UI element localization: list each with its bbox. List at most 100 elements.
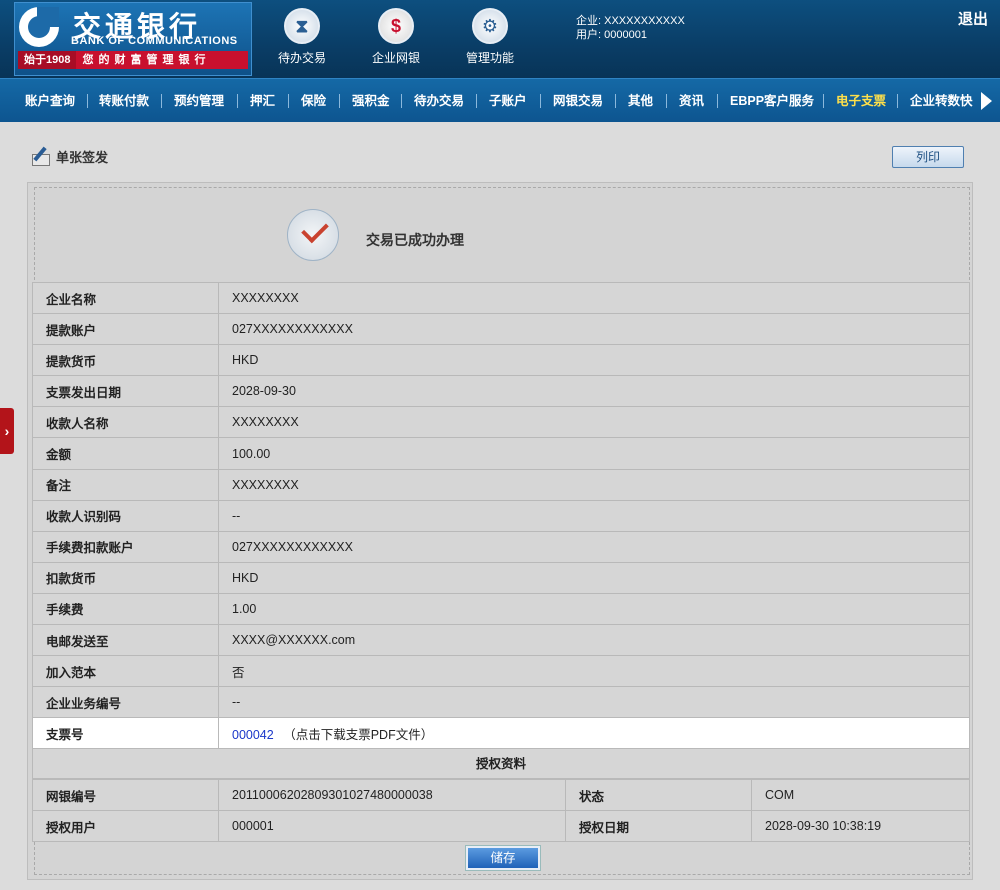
row-label: 手续费扣款账户 xyxy=(32,530,219,563)
row-label: 提款货币 xyxy=(32,344,219,377)
page-title-text: 单张签发 xyxy=(56,149,109,165)
nav-divider xyxy=(339,94,340,108)
table-row: 企业名称 XXXXXXXX xyxy=(32,281,970,315)
table-row: 企业业务编号 -- xyxy=(32,686,970,719)
logo-founded: 始于1908 xyxy=(18,51,77,69)
nav-divider xyxy=(666,94,667,108)
row-value: 2028-09-30 xyxy=(218,375,970,408)
table-row: 支票发出日期 2028-09-30 xyxy=(32,375,970,408)
nav-divider xyxy=(161,94,162,108)
pending-transactions-button[interactable]: ⧗ 待办交易 xyxy=(262,8,342,66)
authorization-table: 网银编号 20110006202809301027480000038 状态 CO… xyxy=(32,779,970,842)
nav-item-insurance[interactable]: 保险 xyxy=(301,79,326,123)
sign-pen-icon xyxy=(30,146,52,166)
nav-item-transfer[interactable]: 转账付款 xyxy=(99,79,149,123)
table-row: 收款人识别码 -- xyxy=(32,499,970,532)
nav-item-pending[interactable]: 待办交易 xyxy=(414,79,464,123)
nav-divider xyxy=(288,94,289,108)
row-label: 金额 xyxy=(32,437,219,470)
nav-item-mpf[interactable]: 强积金 xyxy=(352,79,390,123)
management-functions-button[interactable]: ⚙ 管理功能 xyxy=(450,8,530,66)
hourglass-icon: ⧗ xyxy=(284,8,320,44)
gears-icon: ⚙ xyxy=(472,8,508,44)
nav-divider xyxy=(615,94,616,108)
row-label: 电邮发送至 xyxy=(32,624,219,657)
cheque-pdf-link[interactable]: 000042 xyxy=(232,728,274,742)
management-functions-label: 管理功能 xyxy=(465,51,514,65)
nav-item-e-cheque[interactable]: 电子支票 xyxy=(836,79,886,123)
row-value: 否 xyxy=(218,655,970,688)
nav-item-ebanking-trx[interactable]: 网银交易 xyxy=(553,79,603,123)
success-message: 交易已成功办理 xyxy=(366,232,464,248)
table-row: 加入范本否 xyxy=(32,655,970,688)
row-label: 企业名称 xyxy=(32,281,219,315)
ebank-ref-value: 20110006202809301027480000038 xyxy=(218,779,566,811)
cheque-details-table: 企业名称 XXXXXXXX 提款账户 027XXXXXXXXXXXX 提款货币 HKD… xyxy=(32,281,970,750)
print-button[interactable]: 列印 xyxy=(892,146,964,168)
row-value: XXXX@XXXXXX.com xyxy=(218,624,970,657)
cheque-pdf-hint: （点击下载支票PDF文件） xyxy=(283,727,434,742)
table-row: 授权用户 000001 授权日期 2028-09-30 10:38:19 xyxy=(32,810,970,842)
table-row: 收款人名称 XXXXXXXX xyxy=(32,406,970,439)
save-button[interactable]: 储存 xyxy=(466,846,540,870)
nav-divider xyxy=(717,94,718,108)
side-panel-toggle[interactable]: › xyxy=(0,408,14,454)
row-value: 027XXXXXXXXXXXX xyxy=(218,530,970,563)
row-label: 手续费 xyxy=(32,592,219,626)
table-row: 提款账户 027XXXXXXXXXXXX xyxy=(32,313,970,346)
row-label: 企业业务编号 xyxy=(32,686,219,719)
user-info: 企业: XXXXXXXXXXX 用户: 0000001 xyxy=(576,14,685,42)
auth-user-label: 授权用户 xyxy=(32,810,219,842)
cheque-number-label: 支票号 xyxy=(32,717,219,750)
table-row: 提款货币 HKD xyxy=(32,344,970,377)
logo-english-name: BANK OF COMMUNICATIONS xyxy=(71,35,238,47)
row-label: 收款人名称 xyxy=(32,406,219,439)
logo-slogan-bar: 始于1908 您的财富管理银行 xyxy=(18,51,248,69)
company-id: 企业: XXXXXXXXXXX xyxy=(576,15,685,27)
nav-item-remittance[interactable]: 押汇 xyxy=(250,79,275,123)
app-header: 交通银行 BANK OF COMMUNICATIONS 始于1908 您的财富管理… xyxy=(0,0,1000,78)
authorization-section-title: 授权资料 xyxy=(32,749,970,779)
row-value: XXXXXXXX xyxy=(218,468,970,501)
row-value: 027XXXXXXXXXXXX xyxy=(218,313,970,346)
check-icon xyxy=(287,209,339,261)
nav-item-others[interactable]: 其他 xyxy=(628,79,653,123)
table-row: 备注 XXXXXXXX xyxy=(32,468,970,501)
bank-logo[interactable]: 交通银行 BANK OF COMMUNICATIONS 始于1908 您的财富管理… xyxy=(14,2,252,76)
main-nav: 账户查询 转账付款 预约管理 押汇 保险 强积金 待办交易 子账户 网银交易 其… xyxy=(0,78,1000,122)
nav-divider xyxy=(897,94,898,108)
status-label: 状态 xyxy=(565,779,752,811)
user-id: 用户: 0000001 xyxy=(576,29,647,41)
logout-button[interactable]: 退出 xyxy=(958,8,988,29)
bank-emblem-icon xyxy=(19,7,59,47)
row-value: HKD xyxy=(218,561,970,594)
nav-item-scheduled[interactable]: 预约管理 xyxy=(174,79,224,123)
auth-user-value: 000001 xyxy=(218,810,566,842)
nav-item-sub-account[interactable]: 子账户 xyxy=(489,79,527,123)
row-label: 支票发出日期 xyxy=(32,375,219,408)
row-label: 加入范本 xyxy=(32,655,219,688)
monitor-icon: $ xyxy=(378,8,414,44)
nav-divider xyxy=(476,94,477,108)
corporate-banking-button[interactable]: $ 企业网银 xyxy=(356,8,436,66)
nav-item-fps[interactable]: 企业转数快 xyxy=(910,79,974,123)
ebank-ref-label: 网银编号 xyxy=(32,779,219,811)
corporate-banking-label: 企业网银 xyxy=(371,51,420,65)
row-value: -- xyxy=(218,499,970,532)
row-label: 备注 xyxy=(32,468,219,501)
nav-divider xyxy=(237,94,238,108)
nav-item-account-inquiry[interactable]: 账户查询 xyxy=(25,79,75,123)
nav-item-ebpp[interactable]: EBPP客户服务 xyxy=(730,79,814,123)
row-label: 提款账户 xyxy=(32,313,219,346)
table-row: 电邮发送至 XXXX@XXXXXX.com xyxy=(32,624,970,657)
row-value: HKD xyxy=(218,344,970,377)
status-value: COM xyxy=(751,779,970,811)
nav-divider xyxy=(401,94,402,108)
page-title: 单张签发 xyxy=(30,146,108,166)
nav-item-info[interactable]: 资讯 xyxy=(679,79,704,123)
logo-slogan-text: 您的财富管理银行 xyxy=(82,54,211,66)
row-value: 1.00 xyxy=(218,592,970,626)
row-value: -- xyxy=(218,686,970,719)
nav-scroll-right-icon[interactable] xyxy=(981,92,992,110)
row-value: XXXXXXXX xyxy=(218,406,970,439)
